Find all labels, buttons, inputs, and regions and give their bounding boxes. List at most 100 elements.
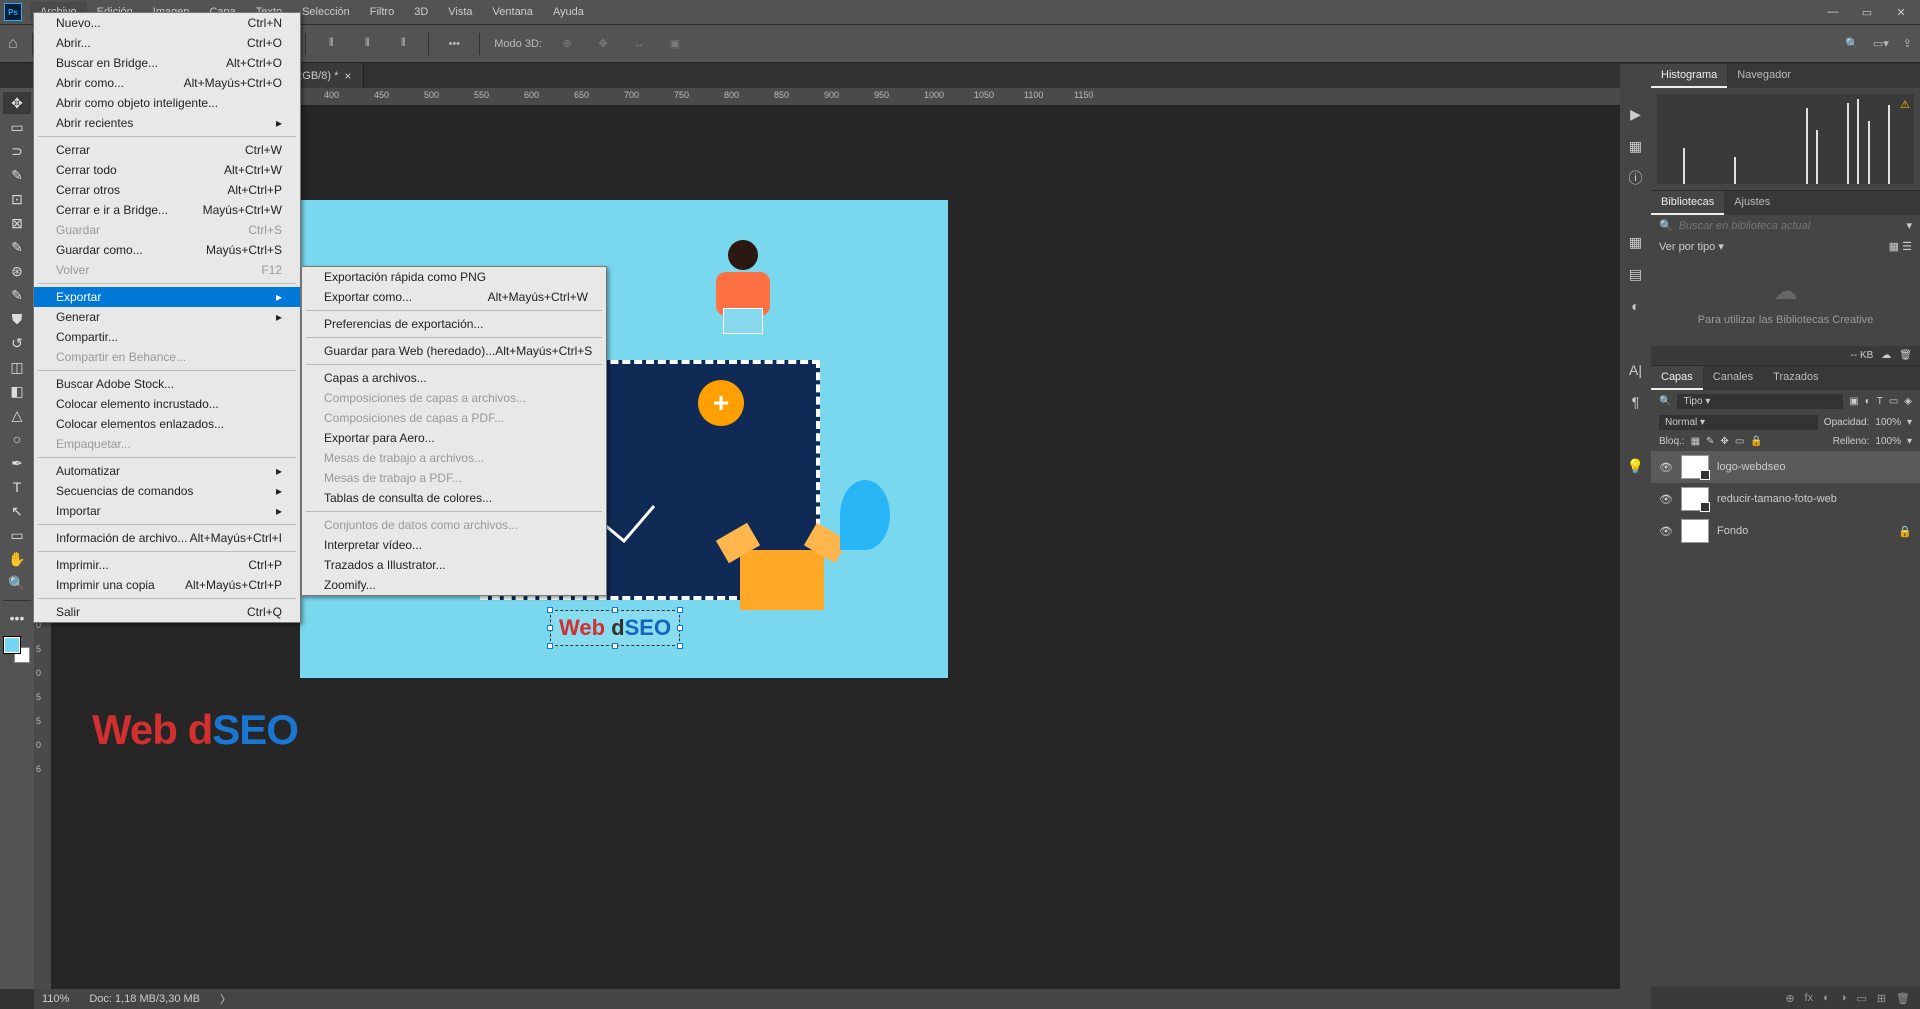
stamp-tool-icon[interactable]: ⛊ [3, 308, 31, 330]
menu-item-buscar-en-bridge[interactable]: Buscar en Bridge...Alt+Ctrl+O [34, 53, 300, 73]
blend-mode-select[interactable]: Normal ▾ [1659, 415, 1818, 430]
minimize-icon[interactable]: — [1826, 6, 1840, 19]
close-window-icon[interactable]: ✕ [1894, 6, 1908, 19]
menu-item-exportar[interactable]: Exportar▸ [34, 287, 300, 307]
filter-adjust-icon[interactable]: ◐ [1865, 396, 1871, 407]
artboard-tool-icon[interactable]: ▭ [3, 116, 31, 138]
styles-icon[interactable]: ▤ [1626, 264, 1646, 284]
histogram-warning-icon[interactable]: ⚠ [1900, 98, 1910, 111]
layer-row[interactable]: 👁 reducir-tamano-foto-web [1651, 483, 1920, 515]
dodge-tool-icon[interactable]: ○ [3, 428, 31, 450]
layer-thumbnail[interactable] [1681, 487, 1709, 511]
tab-navegador[interactable]: Navegador [1727, 64, 1801, 88]
move-tool-icon[interactable]: ✥ [3, 92, 31, 114]
layer-row[interactable]: 👁 logo-webdseo [1651, 451, 1920, 483]
list-view-icon[interactable]: ☰ [1902, 241, 1912, 253]
menu-item-abrir[interactable]: Abrir...Ctrl+O [34, 33, 300, 53]
search-icon[interactable]: 🔍 [1845, 37, 1859, 50]
lock-position-icon[interactable]: ✎ [1706, 436, 1714, 447]
distribute-2-icon[interactable]: ⫴ [356, 33, 378, 55]
foreground-color-swatch[interactable] [4, 637, 20, 653]
frame-tool-icon[interactable]: ⊠ [3, 212, 31, 234]
play-icon[interactable]: ▶ [1626, 104, 1646, 124]
adjustments-icon[interactable]: ◐ [1626, 296, 1646, 316]
menu-item-nuevo[interactable]: Nuevo...Ctrl+N [34, 13, 300, 33]
menu-item-capas-a-archivos[interactable]: Capas a archivos... [302, 368, 606, 388]
filter-shape-icon[interactable]: ▭ [1889, 396, 1898, 407]
history-brush-tool-icon[interactable]: ↺ [3, 332, 31, 354]
new-fill-icon[interactable]: ◑ [1840, 992, 1847, 1004]
link-layers-icon[interactable]: ⊕ [1785, 992, 1794, 1005]
blur-tool-icon[interactable]: △ [3, 404, 31, 426]
menu-item-abrir-como-objeto-inteligente[interactable]: Abrir como objeto inteligente... [34, 93, 300, 113]
grid-view-icon[interactable]: ▦ [1889, 241, 1899, 253]
pen-tool-icon[interactable]: ✒ [3, 452, 31, 474]
menu-item-exportar-para-aero[interactable]: Exportar para Aero... [302, 428, 606, 448]
rectangle-tool-icon[interactable]: ▭ [3, 524, 31, 546]
menu-item-generar[interactable]: Generar▸ [34, 307, 300, 327]
edit-toolbar-icon[interactable]: ••• [3, 607, 31, 629]
menu-filtro[interactable]: Filtro [360, 2, 404, 22]
zoom-tool-icon[interactable]: 🔍 [3, 572, 31, 594]
type-tool-icon[interactable]: T [3, 476, 31, 498]
lock-pixels-icon[interactable]: ▦ [1691, 436, 1700, 447]
menu-item-preferencias-de-exportaci-n[interactable]: Preferencias de exportación... [302, 314, 606, 334]
menu-item-exportar-como[interactable]: Exportar como...Alt+Mayús+Ctrl+W [302, 287, 606, 307]
lightbulb-icon[interactable]: 💡 [1626, 456, 1646, 476]
new-group-icon[interactable]: ▭ [1856, 992, 1866, 1005]
workspace-icon[interactable]: ▭▾ [1873, 37, 1889, 50]
visibility-icon[interactable]: 👁 [1659, 461, 1673, 474]
menu-item-cerrar[interactable]: CerrarCtrl+W [34, 140, 300, 160]
menu-ayuda[interactable]: Ayuda [543, 2, 594, 22]
eraser-tool-icon[interactable]: ◫ [3, 356, 31, 378]
zoom-level[interactable]: 110% [42, 993, 69, 1005]
panel-icon-1[interactable]: ▦ [1626, 136, 1646, 156]
hand-tool-icon[interactable]: ✋ [3, 548, 31, 570]
menu-item-interpretar-v-deo[interactable]: Interpretar vídeo... [302, 535, 606, 555]
menu-item-zoomify[interactable]: Zoomify... [302, 575, 606, 595]
tab-histograma[interactable]: Histograma [1651, 64, 1727, 88]
dropdown-icon[interactable]: ▾ [1906, 219, 1912, 232]
character-icon[interactable]: A| [1626, 360, 1646, 380]
menu-selección[interactable]: Selección [292, 2, 360, 22]
filter-smart-icon[interactable]: ◈ [1904, 396, 1912, 407]
eyedropper-tool-icon[interactable]: ✎ [3, 236, 31, 258]
menu-item-colocar-elementos-enlazados[interactable]: Colocar elementos enlazados... [34, 414, 300, 434]
tab-bibliotecas[interactable]: Bibliotecas [1651, 191, 1724, 215]
share-icon[interactable]: ⇪ [1903, 37, 1912, 50]
home-icon[interactable]: ⌂ [8, 35, 18, 53]
menu-item-abrir-recientes[interactable]: Abrir recientes▸ [34, 113, 300, 133]
crop-tool-icon[interactable]: ⊡ [3, 188, 31, 210]
3d-orbit-icon[interactable]: ⊕ [556, 33, 578, 55]
healing-tool-icon[interactable]: ⊛ [3, 260, 31, 282]
path-select-tool-icon[interactable]: ↖ [3, 500, 31, 522]
3d-pan-icon[interactable]: ✥ [592, 33, 614, 55]
menu-item-salir[interactable]: SalirCtrl+Q [34, 602, 300, 622]
selected-logo-object[interactable]: Web dSEO [550, 610, 680, 646]
doc-size[interactable]: Doc: 1,18 MB/3,30 MB [89, 993, 200, 1005]
menu-ventana[interactable]: Ventana [483, 2, 543, 22]
menu-item-imprimir[interactable]: Imprimir...Ctrl+P [34, 555, 300, 575]
menu-item-cerrar-otros[interactable]: Cerrar otrosAlt+Ctrl+P [34, 180, 300, 200]
opacity-value[interactable]: 100% [1875, 417, 1901, 428]
menu-item-informaci-n-de-archivo[interactable]: Información de archivo...Alt+Mayús+Ctrl+… [34, 528, 300, 548]
close-tab-icon[interactable]: × [344, 69, 351, 83]
layer-filter-type[interactable]: Tipo ▾ [1677, 394, 1843, 409]
tab-canales[interactable]: Canales [1703, 366, 1763, 390]
new-layer-icon[interactable]: ⊞ [1877, 992, 1886, 1005]
tab-ajustes[interactable]: Ajustes [1724, 191, 1780, 215]
tab-trazados[interactable]: Trazados [1763, 366, 1828, 390]
brush-tool-icon[interactable]: ✎ [3, 284, 31, 306]
3d-slide-icon[interactable]: ↔ [628, 33, 650, 55]
filter-image-icon[interactable]: ▣ [1849, 396, 1858, 407]
menu-item-trazados-a-illustrator[interactable]: Trazados a Illustrator... [302, 555, 606, 575]
menu-item-guardar-para-web-heredado[interactable]: Guardar para Web (heredado)...Alt+Mayús+… [302, 341, 606, 361]
menu-item-secuencias-de-comandos[interactable]: Secuencias de comandos▸ [34, 481, 300, 501]
tab-capas[interactable]: Capas [1651, 366, 1703, 390]
visibility-icon[interactable]: 👁 [1659, 493, 1673, 506]
filter-type-icon[interactable]: T [1877, 396, 1883, 407]
distribute-1-icon[interactable]: ⫴ [320, 33, 342, 55]
gradient-tool-icon[interactable]: ◧ [3, 380, 31, 402]
delete-layer-icon[interactable]: 🗑 [1896, 992, 1910, 1005]
quick-select-tool-icon[interactable]: ✎ [3, 164, 31, 186]
